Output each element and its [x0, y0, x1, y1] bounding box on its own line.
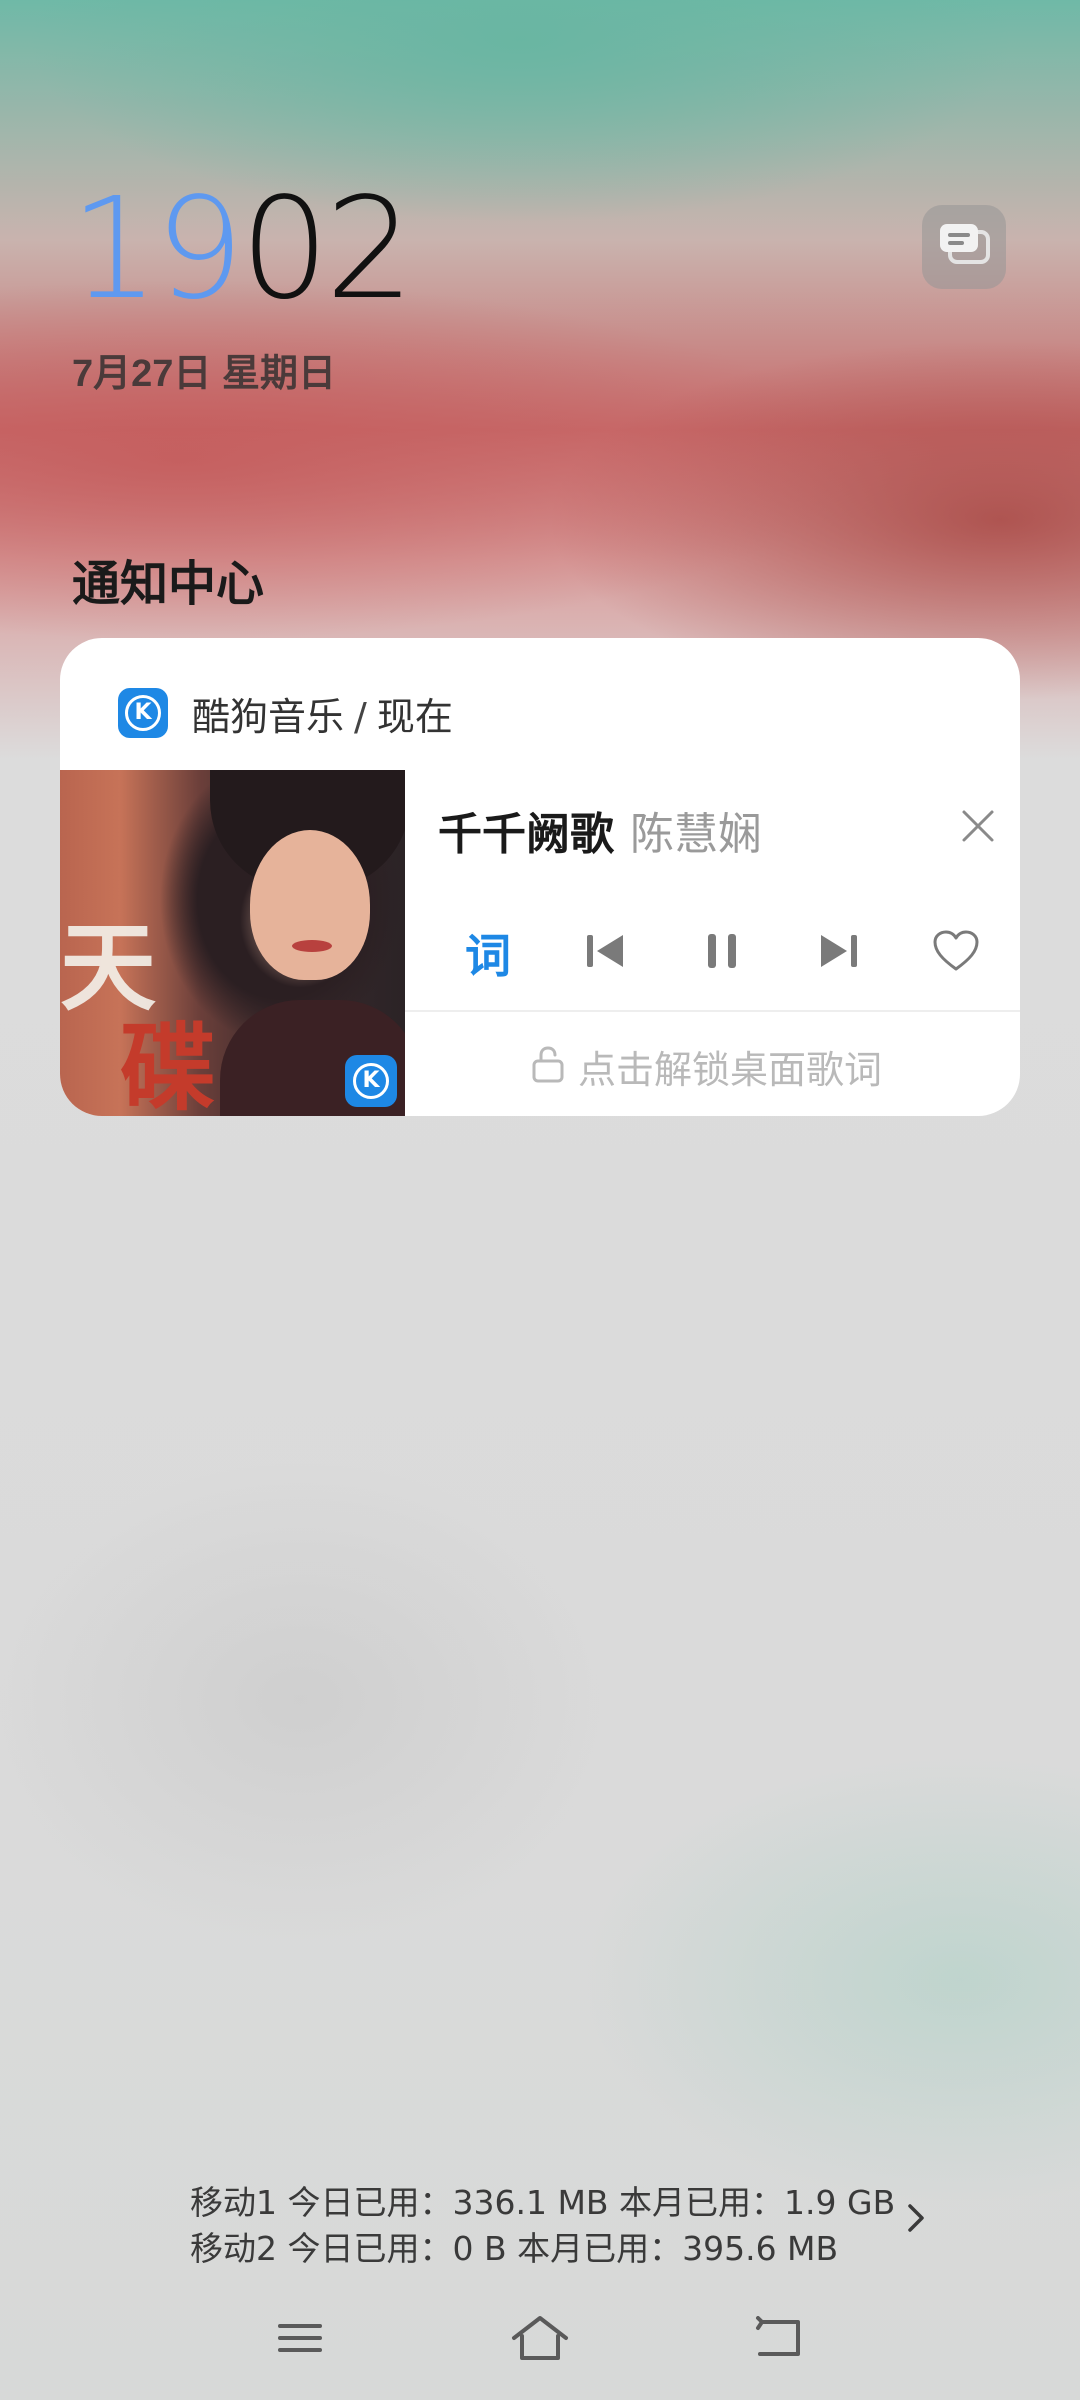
data-usage-arrow-button[interactable]: [898, 2202, 934, 2238]
close-icon: [960, 808, 996, 848]
cover-title-text-2: 碟: [120, 1011, 216, 1116]
next-button[interactable]: [796, 910, 882, 996]
notification-time: 现在: [376, 695, 453, 739]
unlock-lyrics-button[interactable]: 点击解锁桌面歌词: [530, 1036, 882, 1096]
home-icon: [510, 2314, 570, 2366]
notification-header: K 酷狗音乐 / 现在: [60, 638, 1020, 770]
app-meta: 酷狗音乐 / 现在: [192, 686, 453, 741]
cover-face-shape: [250, 830, 370, 980]
notification-center-title: 通知中心: [72, 558, 265, 611]
previous-button[interactable]: [562, 910, 648, 996]
skip-previous-icon: [583, 929, 627, 977]
unlock-lyrics-text: 点击解锁桌面歌词: [578, 1047, 883, 1092]
chat-bubbles-icon: [936, 220, 992, 274]
chevron-right-icon: [905, 2202, 927, 2238]
kugou-app-icon: K: [118, 688, 168, 738]
app-name: 酷狗音乐: [192, 695, 345, 739]
song-info: 千千阙歌 陈慧娴: [438, 798, 762, 862]
date-label: 7月27日 星期日: [72, 353, 336, 395]
playback-controls: 词: [445, 910, 1020, 996]
card-divider: [405, 1010, 1020, 1012]
song-title: 千千阙歌: [438, 809, 614, 860]
cover-lips-shape: [292, 940, 332, 952]
heart-icon: [932, 929, 980, 977]
skip-next-icon: [817, 929, 861, 977]
menu-icon: [276, 2318, 324, 2362]
messages-button[interactable]: [922, 205, 1006, 289]
close-button[interactable]: [948, 798, 1008, 858]
app-icon-letter: K: [125, 695, 161, 731]
song-artist: 陈慧娴: [630, 809, 762, 860]
lyrics-button[interactable]: 词: [445, 910, 531, 996]
music-notification-card[interactable]: K 酷狗音乐 / 现在 天 碟 K 千千阙歌 陈慧娴 词 点击解锁桌面歌词: [60, 638, 1020, 1116]
favorite-button[interactable]: [913, 910, 999, 996]
pause-icon: [700, 929, 744, 977]
album-cover[interactable]: 天 碟 K: [60, 770, 405, 1116]
clock-minute: 02: [240, 168, 414, 331]
data-usage-info[interactable]: 移动1 今日已用：336.1 MB 本月已用：1.9 GB 移动2 今日已用：0…: [190, 2180, 895, 2272]
home-button[interactable]: [500, 2308, 580, 2372]
meta-separator: /: [354, 695, 367, 739]
kugou-badge-icon: K: [345, 1055, 397, 1107]
unlock-icon: [530, 1044, 566, 1088]
back-icon: [754, 2316, 806, 2364]
data-usage-line-2: 移动2 今日已用：0 B 本月已用：395.6 MB: [190, 2229, 839, 2268]
clock: 19 02: [70, 168, 414, 331]
badge-letter: K: [353, 1063, 389, 1099]
navigation-bar: [0, 2300, 1080, 2380]
data-usage-line-1: 移动1 今日已用：336.1 MB 本月已用：1.9 GB: [190, 2183, 896, 2222]
menu-button[interactable]: [260, 2308, 340, 2372]
pause-button[interactable]: [679, 910, 765, 996]
back-button[interactable]: [740, 2308, 820, 2372]
clock-hour: 19: [70, 168, 244, 331]
cover-title-text: 天: [60, 911, 156, 1024]
